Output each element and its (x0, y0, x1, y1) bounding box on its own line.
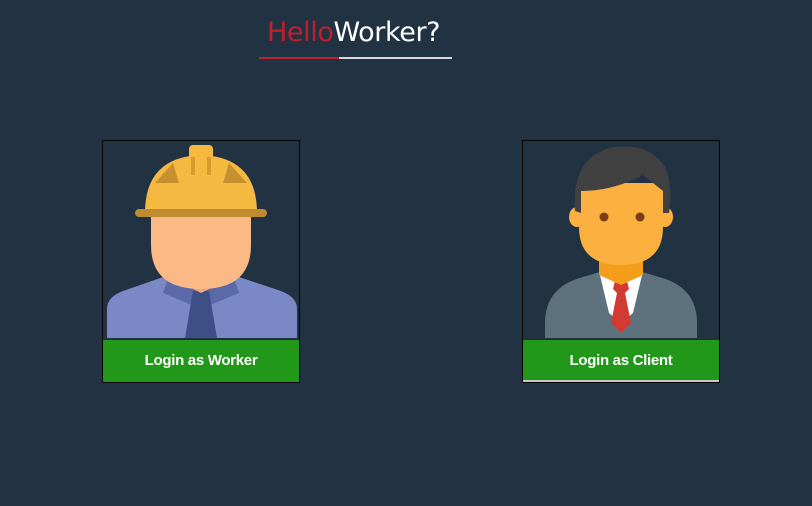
construction-worker-icon (103, 141, 299, 338)
logo-underline (259, 57, 452, 59)
logo-worker: Worker? (333, 17, 441, 48)
site-logo[interactable]: HelloWorker? (259, 14, 452, 60)
logo-hello: Hello (267, 17, 334, 48)
login-as-client-button[interactable]: Login as Client (523, 339, 719, 382)
logo-text: HelloWorker? (267, 16, 440, 50)
businessman-icon (523, 141, 719, 338)
landing-page: HelloWorker? Login as Worker Login as Cl… (0, 0, 812, 506)
worker-card: Login as Worker (102, 140, 300, 383)
client-card: Login as Client (522, 140, 720, 383)
login-as-worker-button[interactable]: Login as Worker (103, 339, 299, 382)
